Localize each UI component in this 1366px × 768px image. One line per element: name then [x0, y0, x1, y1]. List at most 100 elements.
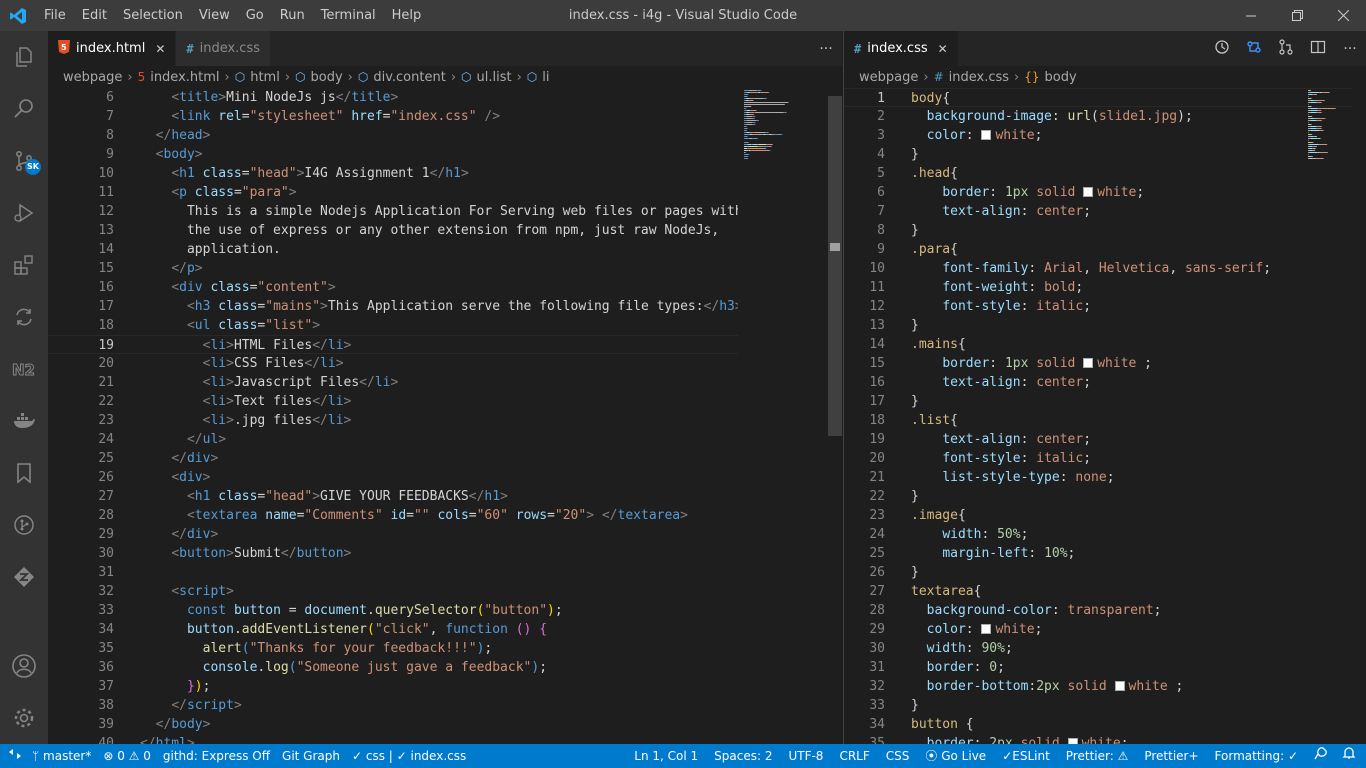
line-number: 27: [98, 489, 114, 504]
symbol-element-icon: ⬡: [295, 70, 306, 84]
formatting-status[interactable]: Formatting: ✓: [1207, 744, 1306, 768]
minimap-stroke: [1310, 126, 1317, 127]
line-ending[interactable]: CRLF: [831, 744, 877, 768]
problems-indicator[interactable]: ⊗ 0 ⚠ 0: [97, 744, 157, 768]
menu-view[interactable]: View: [191, 0, 238, 31]
line-number: 20: [98, 356, 114, 371]
more-actions-icon[interactable]: ···: [1334, 41, 1366, 57]
breadcrumb-item[interactable]: index.html: [150, 70, 219, 85]
breadcrumb-item[interactable]: div.content: [373, 70, 445, 85]
go-live-button[interactable]: ⦿ Go Live: [917, 744, 994, 768]
menu-selection[interactable]: Selection: [115, 0, 191, 31]
notifications-bell-icon[interactable]: [1336, 744, 1366, 768]
menu-file[interactable]: File: [36, 0, 74, 31]
code-editor-html[interactable]: 6 <title>Mini NodeJs js</title> 7 <link r…: [48, 88, 842, 744]
breadcrumb-item[interactable]: li: [542, 70, 549, 85]
indentation[interactable]: Spaces: 2: [706, 744, 780, 768]
scrollbar-thumb[interactable]: [828, 96, 842, 436]
remote-sync-icon[interactable]: [0, 291, 48, 343]
token: border: [926, 660, 974, 675]
token: ;: [1263, 261, 1272, 276]
split-editor-icon[interactable]: [1302, 39, 1334, 59]
code-line: 26}: [844, 563, 1366, 582]
feedback-icon[interactable]: [1306, 744, 1336, 768]
remote-indicator[interactable]: [0, 744, 26, 768]
minimap-stroke: [1310, 90, 1311, 91]
open-changes-icon[interactable]: [1270, 38, 1302, 59]
compare-changes-icon[interactable]: [1238, 39, 1270, 59]
close-tab-icon[interactable]: ✕: [155, 42, 165, 56]
eslint-status[interactable]: ✓ESLint: [994, 744, 1058, 768]
minimap-stroke: [1308, 122, 1309, 123]
explorer-icon[interactable]: [0, 31, 48, 83]
vertical-scrollbar[interactable]: [1352, 88, 1366, 744]
settings-gear-icon[interactable]: [0, 692, 48, 744]
more-actions-icon[interactable]: ···: [810, 41, 842, 57]
tab-index-css[interactable]: # index.css: [176, 31, 272, 66]
line-number: 22: [869, 489, 885, 504]
code-editor-css[interactable]: 1 body{2 background-image: url(slide1.jpg…: [844, 88, 1366, 744]
extension-z-icon[interactable]: [0, 551, 48, 603]
breadcrumb-item[interactable]: index.css: [949, 70, 1009, 85]
minimap-stroke: [744, 148, 747, 149]
minimap-stroke: [1324, 100, 1325, 101]
line-number: 31: [869, 660, 885, 675]
minimize-button[interactable]: [1228, 0, 1274, 31]
line-content: font-family: Arial, Helvetica, sans-seri…: [885, 259, 1271, 278]
menu-help[interactable]: Help: [384, 0, 430, 31]
breadcrumb-item[interactable]: ul.list: [477, 70, 512, 85]
tab-index-css[interactable]: # index.css ✕: [844, 31, 959, 66]
cursor-position[interactable]: Ln 1, Col 1: [626, 744, 706, 768]
close-window-button[interactable]: [1320, 0, 1366, 31]
extensions-icon[interactable]: [0, 239, 48, 291]
source-control-icon[interactable]: SK: [0, 135, 48, 187]
token: div: [186, 451, 211, 466]
breadcrumb-item[interactable]: body: [311, 70, 343, 85]
lint-status[interactable]: ✓ css | ✓ index.css: [346, 744, 472, 768]
menu-edit[interactable]: Edit: [74, 0, 115, 31]
token: >: [226, 375, 234, 390]
color-swatch: [1083, 187, 1094, 197]
bookmarks-icon[interactable]: [0, 447, 48, 499]
account-icon[interactable]: [0, 640, 48, 692]
run-debug-icon[interactable]: [0, 187, 48, 239]
minimap[interactable]: [1302, 88, 1352, 744]
search-icon[interactable]: [0, 83, 48, 135]
prettier-status[interactable]: Prettier: ⚠: [1058, 744, 1137, 768]
token: >: [680, 508, 688, 523]
git-graph-status[interactable]: Git Graph: [276, 744, 346, 768]
tab-index-html[interactable]: 5 index.html ✕: [48, 31, 177, 66]
breadcrumb-item[interactable]: webpage: [859, 70, 918, 85]
restore-button[interactable]: [1274, 0, 1320, 31]
breadcrumb-item[interactable]: html: [250, 70, 280, 85]
menu-terminal[interactable]: Terminal: [313, 0, 384, 31]
breadcrumb-item[interactable]: webpage: [63, 70, 122, 85]
vscode-logo-icon[interactable]: [0, 0, 36, 31]
breadcrumb-item[interactable]: body: [1045, 70, 1077, 85]
docker-icon[interactable]: [0, 395, 48, 447]
menu-run[interactable]: Run: [272, 0, 313, 31]
encoding[interactable]: UTF-8: [780, 744, 831, 768]
timeline-icon[interactable]: [1206, 39, 1238, 59]
branch-indicator[interactable]: ᛘ master*: [26, 744, 97, 768]
prettier-plus-status[interactable]: Prettier+: [1136, 744, 1206, 768]
line-number: 39: [98, 717, 114, 732]
token: function: [445, 622, 508, 637]
close-tab-icon[interactable]: ✕: [938, 42, 948, 56]
minimap-stroke: [1321, 100, 1325, 101]
token: class: [218, 299, 258, 314]
language-mode[interactable]: CSS: [878, 744, 918, 768]
vertical-scrollbar[interactable]: [828, 88, 842, 744]
n2-icon[interactable]: N2: [0, 343, 48, 395]
token: .image: [911, 508, 958, 523]
menu-go[interactable]: Go: [238, 0, 272, 31]
git-graph-icon[interactable]: [0, 499, 48, 551]
line-number: 21: [869, 470, 885, 485]
minimap[interactable]: [738, 88, 828, 744]
githd-status[interactable]: githd: Express Off: [157, 744, 276, 768]
minimap-stroke: [744, 134, 750, 135]
token: <: [171, 470, 180, 485]
